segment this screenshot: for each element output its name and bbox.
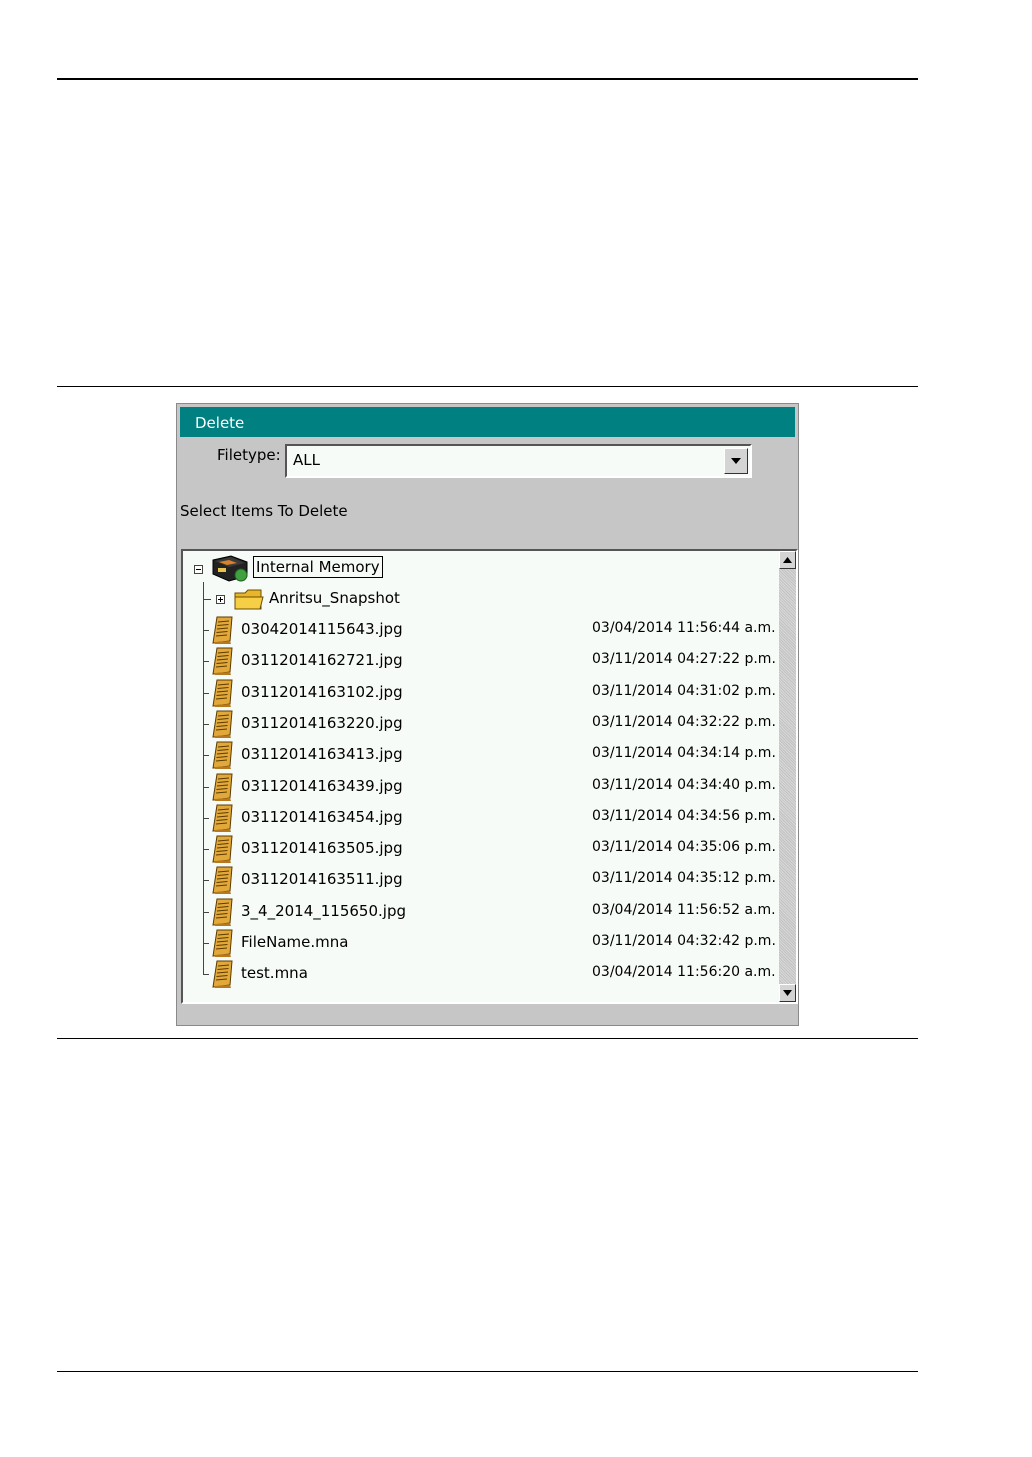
filetype-dropdown[interactable]: ALL <box>285 444 752 478</box>
dropdown-arrow-button[interactable] <box>724 448 748 474</box>
tree-node-root[interactable]: Internal Memory <box>183 554 781 582</box>
file-name: 03112014163505.jpg <box>241 839 403 858</box>
file-row[interactable]: 03112014163102.jpg 03/11/2014 04:31:02 p.… <box>183 679 781 707</box>
arrow-up-icon <box>783 557 792 563</box>
document-icon <box>212 929 233 957</box>
dialog-bottom-bar <box>180 1007 795 1023</box>
file-date: 03/11/2014 04:35:12 p.m. <box>592 870 776 887</box>
scroll-up-button[interactable] <box>779 551 796 569</box>
file-name: 03112014163439.jpg <box>241 776 403 795</box>
document-icon <box>212 898 233 926</box>
file-name: 03112014163220.jpg <box>241 713 403 732</box>
memory-drive-icon <box>212 555 248 582</box>
tree-branch-line <box>203 661 209 663</box>
vertical-scrollbar[interactable] <box>779 551 796 1002</box>
tree-branch-line <box>203 911 209 913</box>
file-name: FileName.mna <box>241 933 349 951</box>
file-name: test.mna <box>241 964 308 983</box>
document-icon <box>212 679 233 707</box>
file-tree: Internal Memory Anritsu_Snapshot 0304201… <box>181 549 798 1004</box>
arrow-down-icon <box>783 990 792 996</box>
file-row[interactable]: test.mna 03/04/2014 11:56:20 a.m. <box>183 960 781 989</box>
root-label: Internal Memory <box>253 556 383 578</box>
file-row[interactable]: 03042014115643.jpg 03/04/2014 11:56:44 a.… <box>183 616 781 644</box>
file-name: 03112014163454.jpg <box>241 807 403 826</box>
folder-label: Anritsu_Snapshot <box>269 589 400 607</box>
file-name: 03042014115643.jpg <box>241 620 403 638</box>
file-row[interactable]: 03112014163454.jpg 03/11/2014 04:34:56 p.… <box>183 804 781 832</box>
filetype-label: Filetype: <box>217 446 281 464</box>
figure-bottom-rule <box>57 1038 918 1039</box>
file-date: 03/11/2014 04:31:02 p.m. <box>592 682 776 699</box>
document-icon <box>212 960 233 989</box>
chevron-down-icon <box>731 458 741 464</box>
filetype-value: ALL <box>293 451 320 469</box>
file-row[interactable]: 03112014163413.jpg 03/11/2014 04:34:14 p.… <box>183 741 781 770</box>
file-name: 3_4_2014_115650.jpg <box>241 901 406 920</box>
file-date: 03/11/2014 04:27:22 p.m. <box>592 651 776 668</box>
tree-branch-line <box>203 755 209 757</box>
file-row[interactable]: FileName.mna 03/11/2014 04:32:42 p.m. <box>183 929 781 957</box>
file-row[interactable]: 03112014162721.jpg 03/11/2014 04:27:22 p.… <box>183 647 781 676</box>
file-name: 03112014163102.jpg <box>241 682 403 701</box>
tree-branch-line <box>203 817 209 819</box>
file-name: 03112014162721.jpg <box>241 651 403 670</box>
select-items-instruction: Select Items To Delete <box>180 502 348 520</box>
file-date: 03/11/2014 04:32:42 p.m. <box>592 933 776 949</box>
file-date: 03/11/2014 04:35:06 p.m. <box>592 839 776 856</box>
tree-branch-line <box>203 630 209 631</box>
document-icon <box>212 710 233 738</box>
file-date: 03/11/2014 04:34:40 p.m. <box>592 776 776 793</box>
file-date: 03/11/2014 04:34:56 p.m. <box>592 807 776 824</box>
document-icon <box>212 647 233 676</box>
file-date: 03/04/2014 11:56:44 a.m. <box>592 620 776 636</box>
file-date: 03/11/2014 04:32:22 p.m. <box>592 713 776 730</box>
expand-icon[interactable] <box>216 595 225 604</box>
document-icon <box>212 773 233 801</box>
tree-branch-line <box>203 974 209 976</box>
document-icon <box>212 804 233 832</box>
tree-branch-line <box>203 849 209 851</box>
tree-branch-line <box>203 599 211 600</box>
document-icon <box>212 866 233 895</box>
tree-branch-line <box>203 786 209 788</box>
tree-node-folder[interactable]: Anritsu_Snapshot <box>183 585 781 613</box>
dialog-title: Delete <box>180 407 795 437</box>
file-row[interactable]: 03112014163220.jpg 03/11/2014 04:32:22 p.… <box>183 710 781 738</box>
file-date: 03/04/2014 11:56:20 a.m. <box>592 964 776 981</box>
file-row[interactable]: 03112014163439.jpg 03/11/2014 04:34:40 p.… <box>183 773 781 801</box>
page-top-rule <box>57 78 918 80</box>
file-row[interactable]: 3_4_2014_115650.jpg 03/04/2014 11:56:52 a… <box>183 898 781 926</box>
file-name: 03112014163511.jpg <box>241 870 403 889</box>
figure-top-rule <box>57 386 918 387</box>
file-date: 03/04/2014 11:56:52 a.m. <box>592 901 776 918</box>
collapse-icon[interactable] <box>194 565 203 574</box>
file-name: 03112014163413.jpg <box>241 745 403 764</box>
document-icon <box>212 616 233 644</box>
file-row[interactable]: 03112014163511.jpg 03/11/2014 04:35:12 p.… <box>183 866 781 895</box>
delete-dialog: Delete Filetype: ALL Select Items To Del… <box>176 403 799 1026</box>
file-date: 03/11/2014 04:34:14 p.m. <box>592 745 776 762</box>
tree-branch-line <box>203 943 209 944</box>
scroll-down-button[interactable] <box>779 984 796 1002</box>
folder-icon <box>234 589 264 610</box>
tree-branch-line <box>203 880 209 882</box>
page-footer-rule <box>57 1371 918 1372</box>
tree-branch-line <box>203 723 209 725</box>
document-icon <box>212 835 233 864</box>
document-icon <box>212 741 233 770</box>
file-row[interactable]: 03112014163505.jpg 03/11/2014 04:35:06 p.… <box>183 835 781 864</box>
tree-branch-line <box>203 692 209 694</box>
